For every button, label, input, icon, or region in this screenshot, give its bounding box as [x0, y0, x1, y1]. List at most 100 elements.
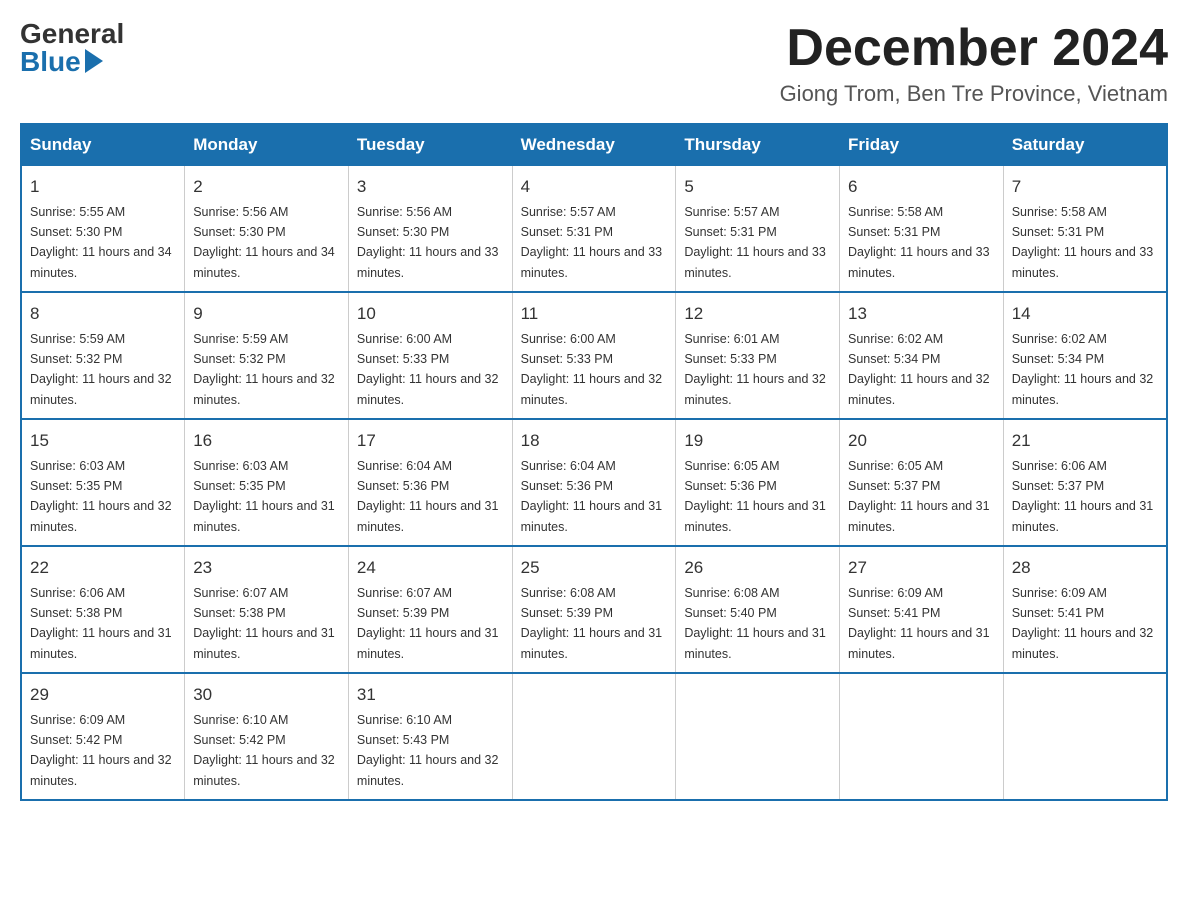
day-info: Sunrise: 6:06 AMSunset: 5:37 PMDaylight:…: [1012, 459, 1154, 534]
calendar-week-row: 1 Sunrise: 5:55 AMSunset: 5:30 PMDayligh…: [21, 166, 1167, 293]
day-info: Sunrise: 6:04 AMSunset: 5:36 PMDaylight:…: [357, 459, 499, 534]
day-number: 19: [684, 428, 831, 454]
day-info: Sunrise: 6:02 AMSunset: 5:34 PMDaylight:…: [1012, 332, 1154, 407]
calendar-day-cell: 23 Sunrise: 6:07 AMSunset: 5:38 PMDaylig…: [185, 546, 349, 673]
day-number: 15: [30, 428, 176, 454]
calendar-day-cell: 21 Sunrise: 6:06 AMSunset: 5:37 PMDaylig…: [1003, 419, 1167, 546]
day-number: 29: [30, 682, 176, 708]
day-info: Sunrise: 5:58 AMSunset: 5:31 PMDaylight:…: [1012, 205, 1154, 280]
day-info: Sunrise: 6:07 AMSunset: 5:39 PMDaylight:…: [357, 586, 499, 661]
col-monday: Monday: [185, 124, 349, 166]
calendar-day-cell: 31 Sunrise: 6:10 AMSunset: 5:43 PMDaylig…: [348, 673, 512, 800]
day-number: 30: [193, 682, 340, 708]
day-number: 12: [684, 301, 831, 327]
page-header: General Blue December 2024 Giong Trom, B…: [20, 20, 1168, 107]
day-number: 6: [848, 174, 995, 200]
day-number: 7: [1012, 174, 1158, 200]
day-number: 27: [848, 555, 995, 581]
calendar-day-cell: 1 Sunrise: 5:55 AMSunset: 5:30 PMDayligh…: [21, 166, 185, 293]
calendar-day-cell: 29 Sunrise: 6:09 AMSunset: 5:42 PMDaylig…: [21, 673, 185, 800]
col-thursday: Thursday: [676, 124, 840, 166]
day-info: Sunrise: 6:08 AMSunset: 5:39 PMDaylight:…: [521, 586, 663, 661]
day-info: Sunrise: 6:03 AMSunset: 5:35 PMDaylight:…: [30, 459, 172, 534]
day-number: 10: [357, 301, 504, 327]
calendar-week-row: 29 Sunrise: 6:09 AMSunset: 5:42 PMDaylig…: [21, 673, 1167, 800]
location-text: Giong Trom, Ben Tre Province, Vietnam: [780, 81, 1168, 107]
calendar-day-cell: 27 Sunrise: 6:09 AMSunset: 5:41 PMDaylig…: [840, 546, 1004, 673]
calendar-day-cell: [1003, 673, 1167, 800]
calendar-day-cell: 15 Sunrise: 6:03 AMSunset: 5:35 PMDaylig…: [21, 419, 185, 546]
day-number: 8: [30, 301, 176, 327]
day-info: Sunrise: 6:00 AMSunset: 5:33 PMDaylight:…: [521, 332, 663, 407]
logo: General Blue: [20, 20, 124, 76]
day-number: 18: [521, 428, 668, 454]
col-sunday: Sunday: [21, 124, 185, 166]
calendar-day-cell: 12 Sunrise: 6:01 AMSunset: 5:33 PMDaylig…: [676, 292, 840, 419]
day-info: Sunrise: 6:06 AMSunset: 5:38 PMDaylight:…: [30, 586, 172, 661]
day-number: 13: [848, 301, 995, 327]
calendar-day-cell: 24 Sunrise: 6:07 AMSunset: 5:39 PMDaylig…: [348, 546, 512, 673]
day-info: Sunrise: 6:00 AMSunset: 5:33 PMDaylight:…: [357, 332, 499, 407]
day-info: Sunrise: 6:10 AMSunset: 5:43 PMDaylight:…: [357, 713, 499, 788]
day-number: 24: [357, 555, 504, 581]
logo-blue-text: Blue: [20, 48, 103, 76]
calendar-day-cell: 7 Sunrise: 5:58 AMSunset: 5:31 PMDayligh…: [1003, 166, 1167, 293]
day-info: Sunrise: 6:04 AMSunset: 5:36 PMDaylight:…: [521, 459, 663, 534]
calendar-day-cell: 16 Sunrise: 6:03 AMSunset: 5:35 PMDaylig…: [185, 419, 349, 546]
day-number: 25: [521, 555, 668, 581]
day-info: Sunrise: 6:01 AMSunset: 5:33 PMDaylight:…: [684, 332, 826, 407]
calendar-day-cell: 19 Sunrise: 6:05 AMSunset: 5:36 PMDaylig…: [676, 419, 840, 546]
calendar-header-row: Sunday Monday Tuesday Wednesday Thursday…: [21, 124, 1167, 166]
calendar-day-cell: 6 Sunrise: 5:58 AMSunset: 5:31 PMDayligh…: [840, 166, 1004, 293]
col-saturday: Saturday: [1003, 124, 1167, 166]
day-info: Sunrise: 6:05 AMSunset: 5:36 PMDaylight:…: [684, 459, 826, 534]
day-info: Sunrise: 6:10 AMSunset: 5:42 PMDaylight:…: [193, 713, 335, 788]
day-info: Sunrise: 6:02 AMSunset: 5:34 PMDaylight:…: [848, 332, 990, 407]
day-info: Sunrise: 5:58 AMSunset: 5:31 PMDaylight:…: [848, 205, 990, 280]
day-info: Sunrise: 5:57 AMSunset: 5:31 PMDaylight:…: [521, 205, 663, 280]
calendar-day-cell: 3 Sunrise: 5:56 AMSunset: 5:30 PMDayligh…: [348, 166, 512, 293]
day-number: 28: [1012, 555, 1158, 581]
calendar-day-cell: [676, 673, 840, 800]
calendar-day-cell: 17 Sunrise: 6:04 AMSunset: 5:36 PMDaylig…: [348, 419, 512, 546]
calendar-day-cell: 20 Sunrise: 6:05 AMSunset: 5:37 PMDaylig…: [840, 419, 1004, 546]
calendar-day-cell: 14 Sunrise: 6:02 AMSunset: 5:34 PMDaylig…: [1003, 292, 1167, 419]
day-number: 26: [684, 555, 831, 581]
calendar-day-cell: 5 Sunrise: 5:57 AMSunset: 5:31 PMDayligh…: [676, 166, 840, 293]
day-number: 9: [193, 301, 340, 327]
month-title: December 2024: [780, 20, 1168, 77]
day-number: 16: [193, 428, 340, 454]
calendar-day-cell: 10 Sunrise: 6:00 AMSunset: 5:33 PMDaylig…: [348, 292, 512, 419]
title-block: December 2024 Giong Trom, Ben Tre Provin…: [780, 20, 1168, 107]
calendar-day-cell: 2 Sunrise: 5:56 AMSunset: 5:30 PMDayligh…: [185, 166, 349, 293]
day-number: 2: [193, 174, 340, 200]
day-info: Sunrise: 5:55 AMSunset: 5:30 PMDaylight:…: [30, 205, 172, 280]
day-number: 4: [521, 174, 668, 200]
day-info: Sunrise: 6:09 AMSunset: 5:41 PMDaylight:…: [1012, 586, 1154, 661]
day-info: Sunrise: 6:07 AMSunset: 5:38 PMDaylight:…: [193, 586, 335, 661]
day-number: 1: [30, 174, 176, 200]
day-info: Sunrise: 5:57 AMSunset: 5:31 PMDaylight:…: [684, 205, 826, 280]
day-info: Sunrise: 5:56 AMSunset: 5:30 PMDaylight:…: [193, 205, 335, 280]
day-number: 17: [357, 428, 504, 454]
calendar-day-cell: 8 Sunrise: 5:59 AMSunset: 5:32 PMDayligh…: [21, 292, 185, 419]
day-number: 23: [193, 555, 340, 581]
calendar-day-cell: 4 Sunrise: 5:57 AMSunset: 5:31 PMDayligh…: [512, 166, 676, 293]
day-number: 5: [684, 174, 831, 200]
calendar-day-cell: 13 Sunrise: 6:02 AMSunset: 5:34 PMDaylig…: [840, 292, 1004, 419]
day-info: Sunrise: 6:05 AMSunset: 5:37 PMDaylight:…: [848, 459, 990, 534]
calendar-day-cell: 30 Sunrise: 6:10 AMSunset: 5:42 PMDaylig…: [185, 673, 349, 800]
col-wednesday: Wednesday: [512, 124, 676, 166]
col-friday: Friday: [840, 124, 1004, 166]
calendar-day-cell: 28 Sunrise: 6:09 AMSunset: 5:41 PMDaylig…: [1003, 546, 1167, 673]
calendar-day-cell: 22 Sunrise: 6:06 AMSunset: 5:38 PMDaylig…: [21, 546, 185, 673]
day-number: 31: [357, 682, 504, 708]
col-tuesday: Tuesday: [348, 124, 512, 166]
day-info: Sunrise: 6:03 AMSunset: 5:35 PMDaylight:…: [193, 459, 335, 534]
calendar-week-row: 22 Sunrise: 6:06 AMSunset: 5:38 PMDaylig…: [21, 546, 1167, 673]
day-number: 20: [848, 428, 995, 454]
calendar-day-cell: [840, 673, 1004, 800]
day-number: 14: [1012, 301, 1158, 327]
day-number: 22: [30, 555, 176, 581]
calendar-day-cell: 11 Sunrise: 6:00 AMSunset: 5:33 PMDaylig…: [512, 292, 676, 419]
